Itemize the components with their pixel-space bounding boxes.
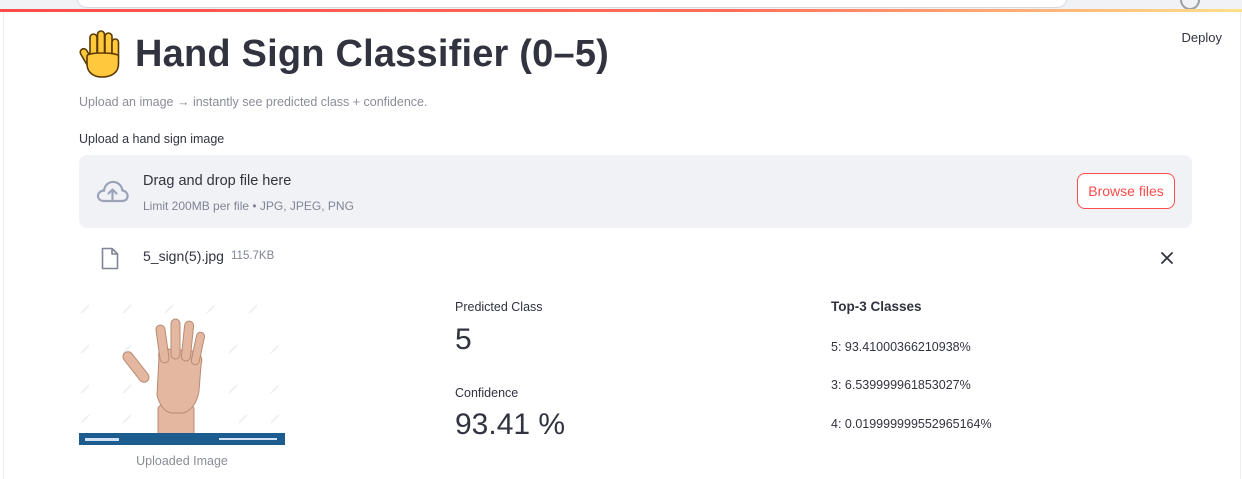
top3-item: 3: 6.539999961853027% [831, 378, 971, 392]
file-size: 115.7KB [231, 250, 275, 262]
uploader-label: Upload a hand sign image [79, 132, 225, 146]
top3-item: 4: 0.019999999552965164% [831, 417, 992, 431]
dropzone-limit-hint: Limit 200MB per file • JPG, JPEG, PNG [143, 199, 354, 213]
cloud-upload-icon [96, 180, 129, 203]
page-subtitle: Upload an image → instantly see predicte… [79, 95, 428, 109]
file-name: 5_sign(5).jpg [143, 248, 224, 264]
confidence-label: Confidence [455, 386, 519, 400]
page-header: Hand Sign Classifier (0–5) [79, 28, 609, 80]
predicted-class-label: Predicted Class [455, 300, 543, 314]
uploaded-hand-image [79, 299, 285, 445]
predicted-class-value: 5 [455, 323, 472, 356]
raised-hand-icon [79, 30, 120, 78]
dropzone-title: Drag and drop file here [143, 173, 292, 189]
browser-address-bar[interactable] [76, 0, 1068, 8]
top3-item: 5: 93.41000366210938% [831, 340, 971, 354]
browse-files-button[interactable]: Browse files [1077, 173, 1175, 209]
uploaded-file-row: 5_sign(5).jpg 115.7KB [79, 240, 1192, 276]
confidence-value: 93.41 % [455, 408, 566, 441]
remove-file-icon[interactable] [1159, 250, 1175, 266]
top3-title: Top-3 Classes [831, 299, 922, 314]
page-title: Hand Sign Classifier (0–5) [135, 32, 610, 75]
deploy-button[interactable]: Deploy [1182, 30, 1222, 45]
file-dropzone[interactable]: Drag and drop file here Limit 200MB per … [79, 155, 1192, 228]
file-icon [101, 247, 119, 270]
uploaded-image-caption: Uploaded Image [136, 454, 228, 468]
